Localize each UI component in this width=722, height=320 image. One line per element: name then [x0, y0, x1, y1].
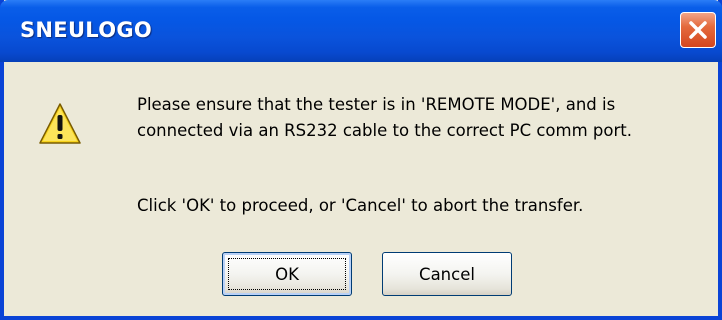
cancel-button-label: Cancel — [419, 264, 475, 284]
warning-icon — [39, 103, 81, 144]
window-title: SNEULOGO — [20, 18, 153, 42]
cancel-button[interactable]: Cancel — [382, 252, 512, 296]
message-line-2: connected via an RS232 cable to the corr… — [137, 121, 632, 140]
title-bar[interactable]: SNEULOGO — [0, 0, 722, 62]
message-line-1: Please ensure that the tester is in 'REM… — [137, 95, 616, 114]
close-icon — [689, 21, 707, 39]
ok-button[interactable]: OK — [222, 252, 352, 296]
dialog-message: Please ensure that the tester is in 'REM… — [137, 92, 632, 144]
dialog-instruction: Click 'OK' to proceed, or 'Cancel' to ab… — [137, 196, 584, 215]
dialog-window: SNEULOGO Please ensure that the tester i… — [0, 0, 722, 320]
close-button[interactable] — [680, 12, 716, 48]
focus-rectangle — [228, 258, 346, 290]
